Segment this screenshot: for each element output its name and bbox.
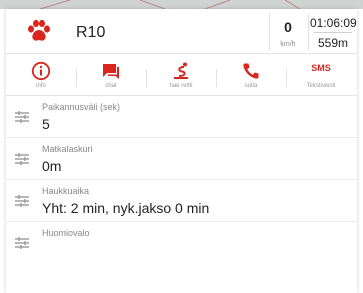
device-name: R10	[76, 24, 106, 41]
sliders-icon	[15, 111, 29, 123]
setting-row-trip-counter[interactable]: Matkalaskuri 0m	[6, 138, 357, 180]
action-bar: info chat hae reitti soita SMS Tekstivie…	[6, 54, 357, 96]
phone-icon	[243, 63, 259, 79]
paw-icon	[28, 19, 50, 41]
divider	[308, 14, 309, 50]
divider	[314, 32, 352, 33]
device-header: R10 0 km/h 01:06:09 559m	[6, 9, 357, 54]
sms-icon: SMS	[311, 63, 331, 73]
setting-row-attention-light[interactable]: Huomiovalo	[6, 222, 357, 264]
speed-unit: km/h	[280, 41, 296, 48]
sliders-icon	[15, 153, 29, 165]
info-button[interactable]: info	[6, 54, 76, 96]
info-icon	[31, 61, 51, 81]
map-background[interactable]	[0, 0, 363, 9]
setting-label: Paikannusväli (sek)	[42, 102, 121, 112]
setting-value: 5	[42, 116, 50, 132]
route-label: hae reitti	[169, 83, 193, 89]
setting-value: Yht: 2 min, nyk.jakso 0 min	[42, 200, 210, 216]
setting-row-bark-time[interactable]: Haukkuaika Yht: 2 min, nyk.jakso 0 min	[6, 180, 357, 222]
route-icon	[174, 62, 188, 79]
sliders-icon	[15, 195, 29, 207]
elapsed-time: 01:06:09	[310, 16, 357, 30]
setting-label: Matkalaskuri	[42, 144, 93, 154]
distance-value: 559m	[317, 36, 349, 50]
call-label: soita	[244, 83, 258, 89]
route-button[interactable]: hae reitti	[146, 54, 216, 96]
device-panel: R10 0 km/h 01:06:09 559m info chat hae r…	[6, 9, 357, 293]
chat-button[interactable]: chat	[76, 54, 146, 96]
setting-value: 0m	[42, 158, 62, 174]
setting-label: Haukkuaika	[42, 186, 90, 196]
setting-row-interval[interactable]: Paikannusväli (sek) 5	[6, 96, 357, 138]
sms-label: Tekstiviesti	[306, 83, 336, 89]
chat-label: chat	[105, 83, 117, 89]
chat-icon	[103, 64, 119, 79]
call-button[interactable]: soita	[216, 54, 286, 96]
sms-button[interactable]: SMS Tekstiviesti	[286, 54, 356, 96]
setting-label: Huomiovalo	[42, 228, 90, 238]
sliders-icon	[15, 237, 29, 249]
speed-value: 0	[284, 19, 292, 35]
info-label: info	[36, 83, 46, 89]
